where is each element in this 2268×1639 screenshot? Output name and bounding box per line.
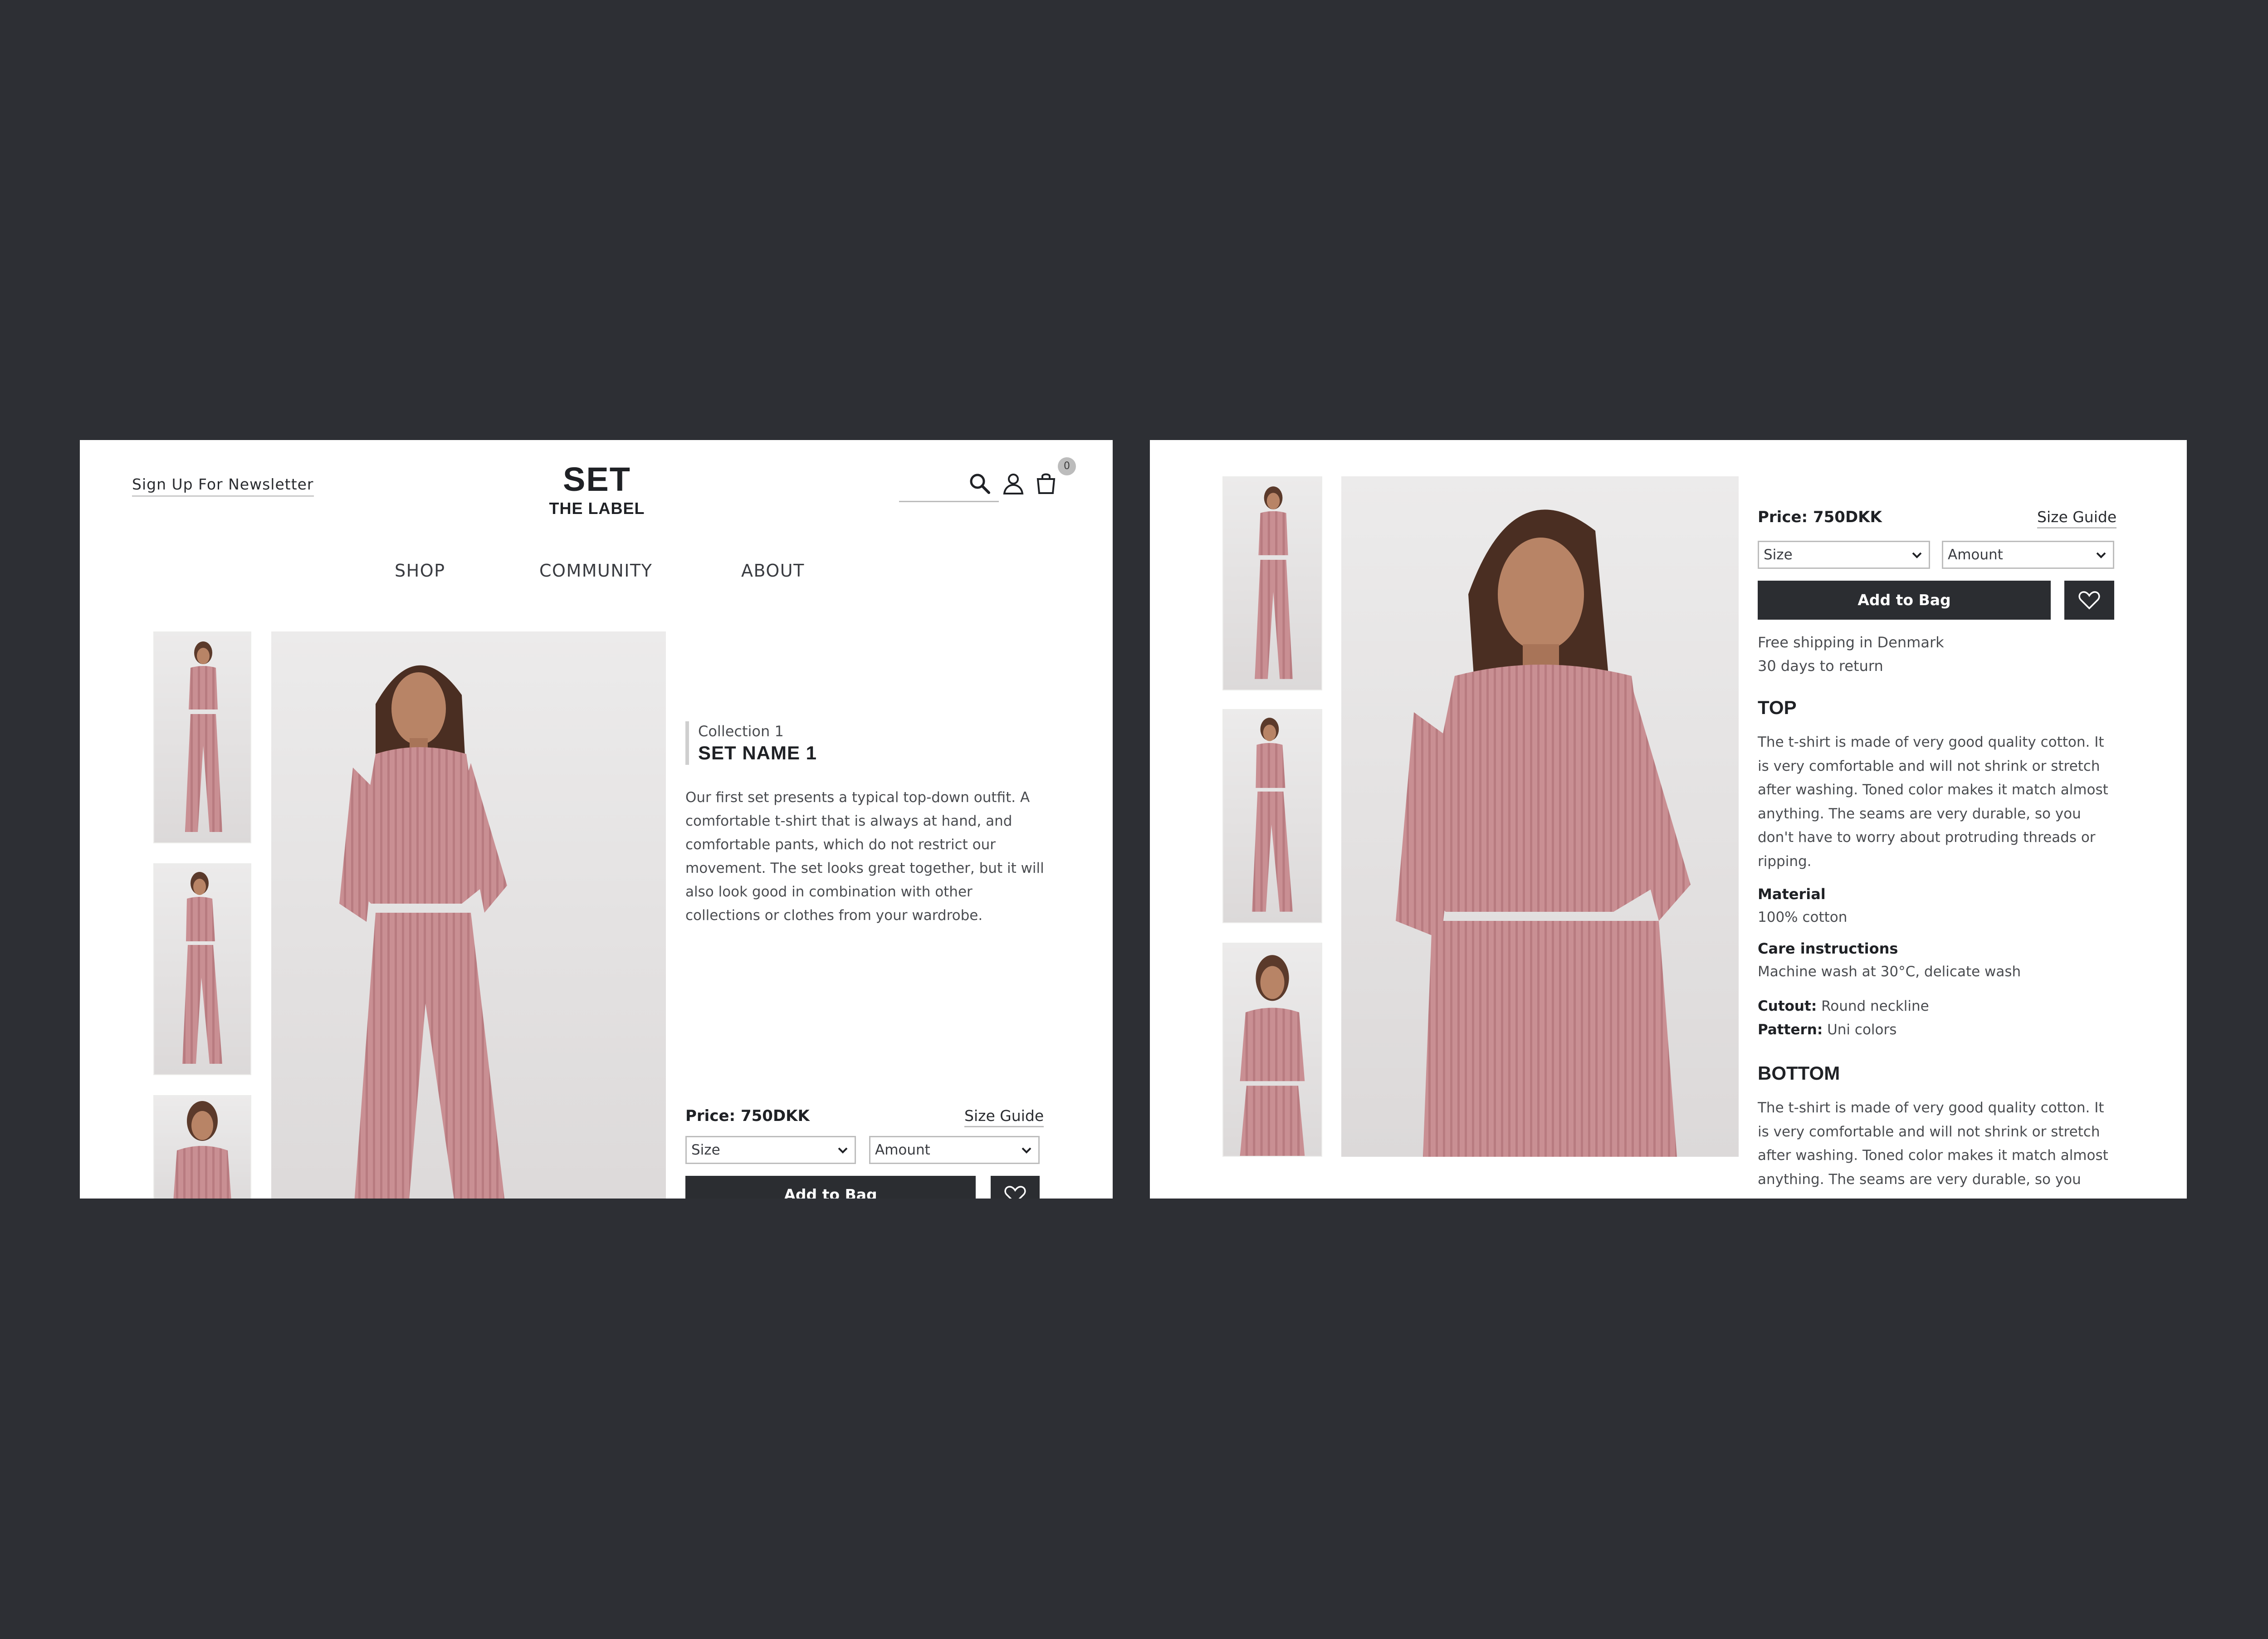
material-value: 100% cotton — [1758, 909, 1848, 925]
care-instructions-value: Machine wash at 30°C, delicate wash — [1758, 964, 2021, 980]
search-input[interactable] — [899, 501, 999, 502]
heart-icon — [1004, 1186, 1026, 1199]
product-main-image[interactable] — [271, 631, 666, 1199]
brand-logo[interactable]: SET THE LABEL — [547, 462, 647, 518]
description-line: comfortable pants, which do not restrict… — [685, 837, 996, 853]
product-description: Our first set presents a typical top-dow… — [685, 786, 1044, 927]
collection-header: Collection 1 SET NAME 1 — [685, 721, 817, 765]
size-select-value: Size — [1764, 547, 1793, 563]
logo-subtitle: THE LABEL — [549, 499, 645, 518]
product-thumbnail[interactable] — [1222, 709, 1322, 923]
user-icon[interactable] — [1002, 472, 1025, 495]
collection-label: Collection 1 — [698, 723, 784, 740]
pattern-label: Pattern: — [1758, 1022, 1823, 1038]
product-thumbnail[interactable] — [153, 1095, 251, 1199]
description-line: collections or clothes from your wardrob… — [685, 907, 983, 924]
product-page-desktop: Sign Up For Newsletter SET THE LABEL 0 S… — [80, 440, 1113, 1199]
amount-select-value: Amount — [1948, 547, 2003, 563]
care-instructions-label: Care instructions — [1758, 940, 1898, 957]
nav-item-community[interactable]: COMMUNITY — [539, 561, 652, 581]
size-guide-link[interactable]: Size Guide — [964, 1107, 1044, 1127]
bottom-description-line: after washing. Toned color makes it matc… — [1758, 1147, 2108, 1164]
amount-select-value: Amount — [875, 1142, 930, 1158]
bottom-description: The t-shirt is made of very good quality… — [1758, 1096, 2108, 1191]
heart-icon — [2078, 591, 2100, 610]
product-thumbnail[interactable] — [1222, 943, 1322, 1157]
product-main-image[interactable] — [1341, 476, 1739, 1157]
search-icon[interactable] — [968, 472, 992, 495]
cart-count-badge: 0 — [1058, 457, 1076, 475]
wishlist-button[interactable] — [991, 1176, 1040, 1199]
chevron-down-icon — [1022, 1147, 1031, 1154]
top-description-line: don't have to worry about protruding thr… — [1758, 829, 2096, 846]
top-description-line: after washing. Toned color makes it matc… — [1758, 782, 2108, 798]
top-description-line: The t-shirt is made of very good quality… — [1758, 734, 2104, 750]
size-select[interactable]: Size — [1758, 541, 1930, 569]
pattern-info: Pattern: Uni colors — [1758, 1022, 1897, 1038]
top-description-line: ripping. — [1758, 853, 1812, 870]
amount-select[interactable]: Amount — [1942, 541, 2114, 569]
pattern-value: Uni colors — [1827, 1022, 1897, 1038]
cutout-label: Cutout: — [1758, 998, 1817, 1014]
product-title: SET NAME 1 — [698, 742, 817, 763]
description-line: also look good in combination with other — [685, 884, 973, 900]
size-select-value: Size — [691, 1142, 720, 1158]
cutout-value: Round neckline — [1821, 998, 1929, 1014]
add-to-bag-button[interactable]: Add to Bag — [1758, 581, 2051, 620]
top-description: The t-shirt is made of very good quality… — [1758, 730, 2108, 873]
size-guide-link[interactable]: Size Guide — [2037, 508, 2117, 528]
chevron-down-icon — [838, 1147, 848, 1154]
nav-item-about[interactable]: ABOUT — [741, 561, 805, 581]
product-thumbnail[interactable] — [153, 863, 251, 1075]
top-description-line: anything. The seams are very durable, so… — [1758, 805, 2081, 822]
chevron-down-icon — [2096, 552, 2106, 558]
newsletter-signup-link[interactable]: Sign Up For Newsletter — [132, 475, 314, 497]
amount-select[interactable]: Amount — [869, 1136, 1040, 1164]
size-select[interactable]: Size — [685, 1136, 856, 1164]
returns-info: 30 days to return — [1758, 657, 1883, 675]
bottom-description-line: is very comfortable and will not shrink … — [1758, 1123, 2100, 1140]
top-section-heading: TOP — [1758, 697, 1797, 718]
product-thumbnail[interactable] — [153, 631, 251, 843]
bottom-description-line: anything. The seams are very durable, so… — [1758, 1171, 2081, 1188]
add-to-bag-button[interactable]: Add to Bag — [685, 1176, 976, 1199]
shipping-info: Free shipping in Denmark — [1758, 634, 1944, 651]
material-label: Material — [1758, 886, 1826, 903]
wishlist-button[interactable] — [2064, 581, 2114, 620]
product-page-scrolled: Price: 750DKK Size Guide Size Amount Add… — [1150, 440, 2187, 1199]
description-line: comfortable t-shirt that is always at ha… — [685, 813, 1012, 829]
cutout-info: Cutout: Round neckline — [1758, 998, 1929, 1014]
product-thumbnail[interactable] — [1222, 476, 1322, 690]
chevron-down-icon — [1912, 552, 1922, 558]
logo-title: SET — [563, 460, 631, 498]
bottom-description-line: The t-shirt is made of very good quality… — [1758, 1100, 2104, 1116]
bottom-section-heading: BOTTOM — [1758, 1062, 1840, 1084]
price-label: Price: 750DKK — [1758, 508, 1882, 526]
description-line: Our first set presents a typical top-dow… — [685, 789, 1030, 806]
price-label: Price: 750DKK — [685, 1107, 810, 1125]
bag-icon[interactable] — [1034, 471, 1058, 494]
nav-item-shop[interactable]: SHOP — [395, 561, 445, 581]
top-description-line: is very comfortable and will not shrink … — [1758, 758, 2100, 774]
description-line: movement. The set looks great together, … — [685, 860, 1044, 876]
